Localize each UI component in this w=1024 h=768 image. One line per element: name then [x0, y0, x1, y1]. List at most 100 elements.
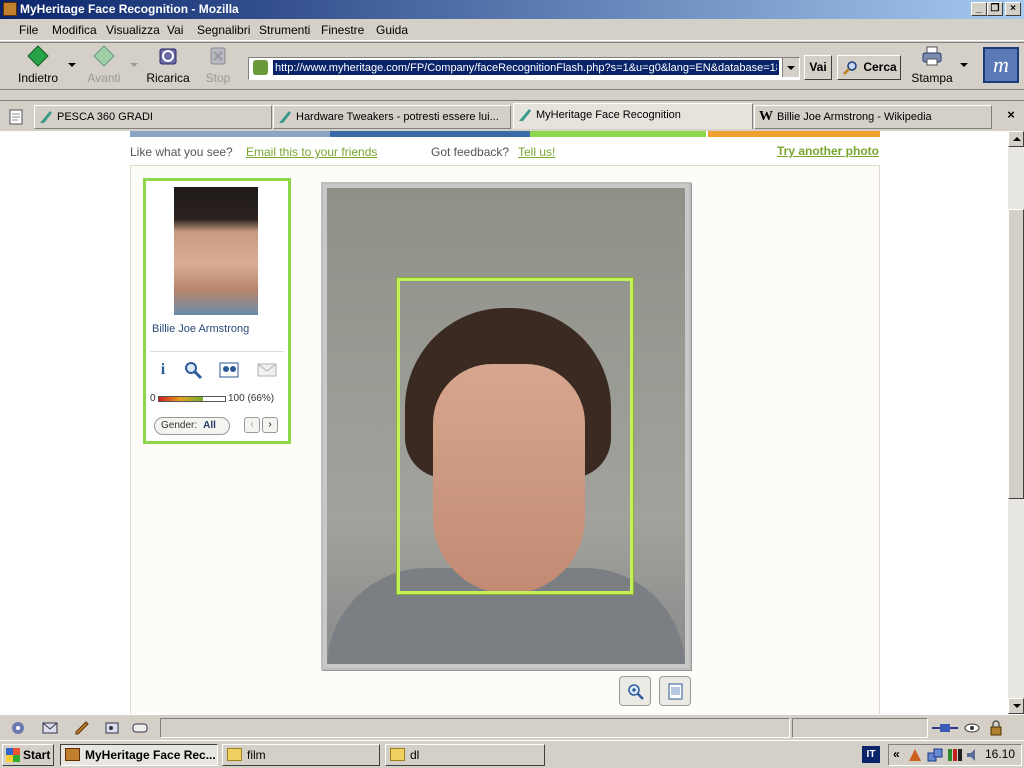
- print-dropdown[interactable]: [960, 63, 968, 67]
- folder-icon: [227, 748, 242, 761]
- back-history-dropdown[interactable]: [68, 63, 76, 67]
- scale-max: 100 (66%): [228, 393, 275, 404]
- fit-photo-button[interactable]: [659, 676, 691, 706]
- uploaded-photo-frame: [321, 182, 691, 670]
- security-lock-icon[interactable]: [988, 720, 1004, 736]
- email-friends-link[interactable]: Email this to your friends: [246, 145, 377, 159]
- menu-segnalibri[interactable]: Segnalibri: [197, 23, 250, 37]
- envelope-icon[interactable]: [256, 359, 278, 381]
- reload-button[interactable]: Ricarica: [145, 45, 191, 89]
- forward-label: Avanti: [87, 71, 121, 85]
- start-button[interactable]: Start: [2, 744, 54, 766]
- similarity-fill: [159, 397, 203, 401]
- similarity-bar: [158, 396, 226, 402]
- scroll-up-button[interactable]: [1008, 131, 1024, 147]
- header-stripe: [530, 131, 706, 137]
- tab-hardware-tweakers[interactable]: Hardware Tweakers - potresti essere lui.…: [273, 105, 511, 129]
- network-icon[interactable]: [927, 747, 943, 763]
- match-name[interactable]: Billie Joe Armstrong: [152, 323, 249, 335]
- chat-icon[interactable]: [132, 720, 148, 736]
- back-button[interactable]: Indietro: [14, 45, 62, 89]
- tab-myheritage[interactable]: MyHeritage Face Recognition: [513, 103, 753, 129]
- tab-favicon-icon: [519, 109, 531, 121]
- tray-expand-button[interactable]: «: [893, 747, 900, 761]
- minimize-button[interactable]: _: [971, 2, 987, 16]
- composer-icon[interactable]: [74, 720, 90, 736]
- reload-label: Ricarica: [146, 71, 190, 85]
- next-match-button[interactable]: ›: [262, 417, 278, 433]
- online-plug-icon[interactable]: [932, 720, 958, 736]
- task-dl-folder[interactable]: dl: [385, 744, 545, 766]
- gender-label: Gender:: [161, 420, 198, 431]
- back-arrow-icon: [27, 45, 49, 67]
- tab-wikipedia[interactable]: W Billie Joe Armstrong - Wikipedia: [754, 105, 992, 129]
- task-label: film: [247, 748, 266, 762]
- windows-taskbar: Start MyHeritage Face Rec... film dl IT …: [0, 740, 1024, 768]
- search-button[interactable]: Cerca: [837, 55, 901, 80]
- new-tab-icon[interactable]: [8, 109, 24, 125]
- go-button[interactable]: Vai: [804, 55, 832, 80]
- meter-icon[interactable]: [947, 747, 963, 763]
- detected-face-box[interactable]: [396, 277, 634, 595]
- privacy-eye-icon[interactable]: [964, 720, 980, 736]
- navigator-icon[interactable]: [10, 720, 26, 736]
- stop-label: Stop: [205, 71, 231, 85]
- stop-icon: [210, 47, 226, 65]
- tab-favicon-icon: [40, 111, 52, 123]
- forward-history-dropdown[interactable]: [130, 63, 138, 67]
- close-button[interactable]: ×: [1005, 2, 1021, 16]
- zoom-in-button[interactable]: [619, 676, 651, 706]
- url-input[interactable]: [273, 60, 779, 75]
- print-button[interactable]: Stampa: [910, 45, 954, 89]
- results-panel: Billie Joe Armstrong i 0 100 (66%) Gende…: [130, 165, 880, 714]
- uploaded-photo: [327, 188, 685, 664]
- status-text-pane: [160, 718, 790, 738]
- tab-bar: PESCA 360 GRADI Hardware Tweakers - potr…: [0, 100, 1024, 130]
- vertical-scrollbar[interactable]: [1008, 131, 1024, 714]
- scroll-down-button[interactable]: [1008, 698, 1024, 714]
- url-history-dropdown[interactable]: [782, 58, 799, 77]
- header-stripe: [130, 131, 330, 137]
- menu-vai[interactable]: Vai: [167, 23, 183, 37]
- match-card[interactable]: Billie Joe Armstrong i 0 100 (66%) Gende…: [143, 178, 291, 444]
- url-bar[interactable]: [248, 57, 800, 80]
- maximize-button[interactable]: ❐: [987, 2, 1003, 16]
- volume-icon[interactable]: [965, 747, 981, 763]
- forward-button[interactable]: Avanti: [84, 45, 124, 89]
- task-film-folder[interactable]: film: [222, 744, 380, 766]
- scroll-thumb[interactable]: [1008, 209, 1024, 499]
- gender-filter[interactable]: Gender: All: [154, 417, 230, 435]
- magnifier-icon[interactable]: [182, 359, 204, 381]
- mail-icon[interactable]: [42, 720, 58, 736]
- previous-match-button[interactable]: ‹: [244, 417, 260, 433]
- task-myheritage[interactable]: MyHeritage Face Rec...: [60, 744, 218, 766]
- menu-strumenti[interactable]: Strumenti: [259, 23, 310, 37]
- info-icon[interactable]: i: [152, 359, 174, 381]
- tab-label: PESCA 360 GRADI: [57, 111, 153, 123]
- menu-modifica[interactable]: Modifica: [52, 23, 97, 37]
- throbber-logo[interactable]: m: [983, 47, 1019, 83]
- fit-photo-icon: [668, 683, 683, 700]
- menu-guida[interactable]: Guida: [376, 23, 408, 37]
- search-label: Cerca: [863, 60, 897, 74]
- stop-button[interactable]: Stop: [200, 45, 236, 89]
- tab-label: Billie Joe Armstrong - Wikipedia: [777, 111, 932, 123]
- compare-faces-icon[interactable]: [218, 359, 240, 381]
- card-divider: [150, 351, 284, 352]
- tell-us-link[interactable]: Tell us!: [518, 145, 555, 159]
- menu-visualizza[interactable]: Visualizza: [106, 23, 160, 37]
- menu-file[interactable]: File: [19, 23, 38, 37]
- clock[interactable]: 16.10: [985, 747, 1015, 761]
- tab-pesca[interactable]: PESCA 360 GRADI: [34, 105, 272, 129]
- match-thumbnail[interactable]: [174, 187, 258, 315]
- address-book-icon[interactable]: [104, 720, 120, 736]
- similarity-scale: 0 100 (66%): [150, 393, 286, 407]
- toolbar-grippy[interactable]: [0, 90, 1024, 100]
- menu-finestre[interactable]: Finestre: [321, 23, 364, 37]
- try-another-photo-link[interactable]: Try another photo: [777, 144, 879, 158]
- tray-app-icon[interactable]: [907, 747, 923, 763]
- folder-icon: [390, 748, 405, 761]
- close-tab-icon[interactable]: ×: [1002, 107, 1020, 125]
- input-language-indicator[interactable]: IT: [862, 746, 880, 763]
- mozilla-task-icon: [65, 748, 80, 761]
